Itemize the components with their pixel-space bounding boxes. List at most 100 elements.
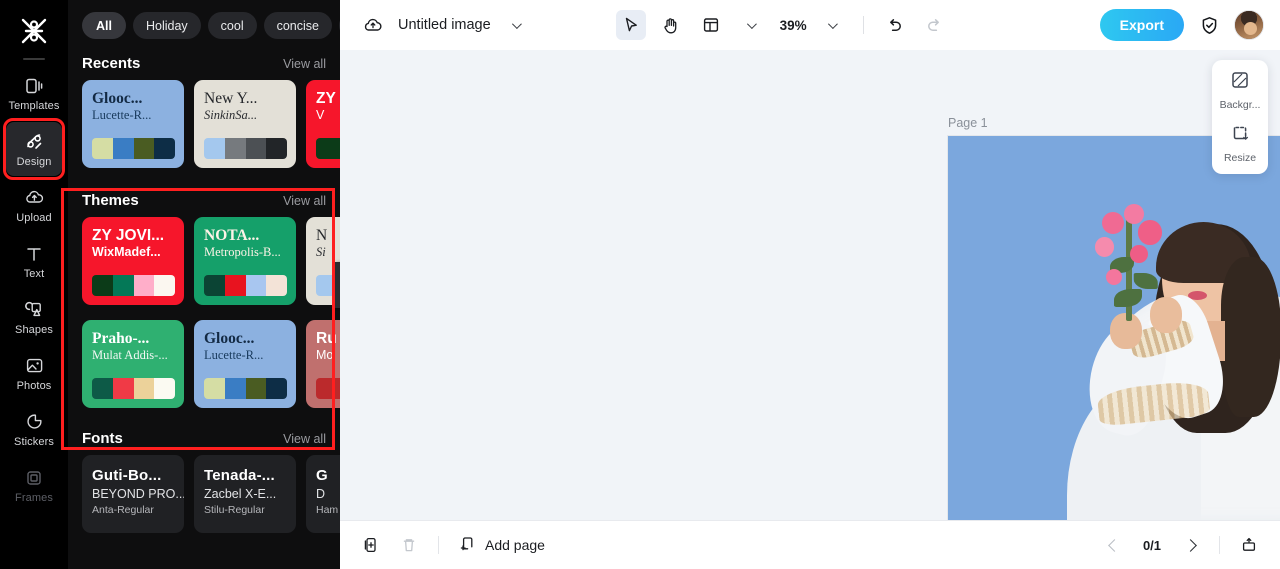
bottom-bar: Add page 0/1 — [340, 520, 1280, 569]
section-title: Fonts — [82, 430, 123, 447]
left-rail: Templates Design Upload Text Shapes Phot… — [0, 0, 68, 569]
capcut-editor-window: Templates Design Upload Text Shapes Phot… — [0, 0, 1280, 569]
background-pattern-icon — [1230, 70, 1250, 95]
resize-tool-button[interactable]: Resize — [1214, 123, 1266, 164]
theme-card[interactable]: Praho-... Mulat Addis-... — [82, 320, 184, 408]
fonts-section-header: Fonts View all — [68, 424, 340, 455]
sidebar-item-design[interactable]: Design — [6, 122, 62, 176]
recents-card-row: Glooc... Lucette-R... New Y... SinkinSa.… — [68, 80, 340, 168]
sidebar-item-label: Photos — [16, 379, 52, 392]
text-icon — [24, 243, 44, 265]
recents-card[interactable]: New Y... SinkinSa... — [194, 80, 296, 168]
theme-card[interactable]: Ru Mo — [306, 320, 340, 408]
sidebar-item-shapes[interactable]: Shapes — [6, 290, 62, 344]
card-subtitle: Mo — [316, 348, 334, 362]
canvas-area[interactable]: Page 1 Backgr... Resize — [340, 50, 1280, 520]
main-area: Untitled image 39% Export Page 1 Backgr.… — [340, 0, 1280, 569]
sidebar-item-text[interactable]: Text — [6, 234, 62, 288]
shield-check-icon[interactable] — [1194, 10, 1224, 40]
filter-chip-all[interactable]: All — [82, 12, 126, 39]
cloud-save-icon[interactable] — [358, 10, 388, 40]
duplicate-page-button[interactable] — [356, 530, 386, 560]
avatar[interactable] — [1234, 10, 1264, 40]
fonts-view-all-link[interactable]: View all — [283, 432, 326, 446]
sidebar-item-templates[interactable]: Templates — [6, 66, 62, 120]
filter-chip-cool[interactable]: cool — [207, 12, 257, 39]
document-title[interactable]: Untitled image — [398, 17, 491, 33]
recents-card[interactable]: ZY V — [306, 80, 340, 168]
bottom-divider — [1219, 536, 1220, 554]
theme-card[interactable]: ZY JOVI... WixMadef... — [82, 217, 184, 305]
font-card[interactable]: Tenada-... Zacbel X-E... Stilu-Regular — [194, 455, 296, 533]
card-swatches — [92, 378, 175, 399]
zoom-level-value[interactable]: 39% — [780, 18, 807, 33]
sidebar-item-upload[interactable]: Upload — [6, 178, 62, 232]
select-tool-button[interactable] — [615, 10, 646, 40]
card-swatches — [92, 275, 175, 296]
card-title: Glooc... — [204, 330, 255, 347]
delete-page-button[interactable] — [394, 530, 424, 560]
font-card-line3: Anta-Regular — [92, 504, 154, 516]
font-card-line1: Tenada-... — [204, 467, 275, 484]
sidebar-item-label: Upload — [16, 211, 52, 224]
photos-icon — [24, 355, 45, 377]
export-button[interactable]: Export — [1099, 9, 1184, 41]
font-card-line2: D — [316, 487, 326, 501]
artwork-flower — [1130, 244, 1148, 263]
zoom-menu-button[interactable] — [817, 10, 847, 40]
card-subtitle: V — [316, 108, 325, 122]
sidebar-item-label: Frames — [15, 491, 53, 504]
font-card[interactable]: G D Ham — [306, 455, 340, 533]
sidebar-item-label: Templates — [8, 99, 60, 112]
layout-tool-button[interactable] — [696, 10, 726, 40]
sidebar-item-label: Stickers — [14, 435, 54, 448]
artwork-flower — [1106, 268, 1123, 285]
panel-collapse-handle[interactable] — [335, 262, 340, 308]
sidebar-item-stickers[interactable]: Stickers — [6, 402, 62, 456]
font-card[interactable]: Guti-Bo... BEYOND PRO... Anta-Regular — [82, 455, 184, 533]
themes-view-all-link[interactable]: View all — [283, 194, 326, 208]
bottom-divider — [438, 536, 439, 554]
chevron-down-icon — [512, 18, 523, 29]
document-menu-button[interactable] — [501, 10, 531, 40]
card-title: NOTA... — [204, 227, 260, 244]
card-swatches — [204, 275, 287, 296]
canvas-page[interactable] — [948, 136, 1280, 520]
hand-tool-button[interactable] — [656, 10, 686, 40]
rail-divider — [23, 58, 45, 60]
sidebar-item-frames[interactable]: Frames — [6, 458, 62, 512]
chevron-left-icon — [1107, 538, 1121, 552]
sidebar-item-label: Text — [23, 267, 45, 280]
theme-card[interactable]: NOTA... Metropolis-B... — [194, 217, 296, 305]
chevron-down-icon — [828, 18, 839, 29]
next-page-button[interactable] — [1175, 530, 1205, 560]
layout-menu-button[interactable] — [736, 10, 766, 40]
card-title: Ru — [316, 330, 337, 347]
card-title: ZY JOVI... — [92, 227, 165, 244]
sidebar-item-photos[interactable]: Photos — [6, 346, 62, 400]
filter-chip-concise[interactable]: concise — [263, 12, 332, 39]
recents-view-all-link[interactable]: View all — [283, 57, 326, 71]
recents-card[interactable]: Glooc... Lucette-R... — [82, 80, 184, 168]
undo-button[interactable] — [880, 10, 910, 40]
add-page-button[interactable]: Add page — [453, 535, 551, 556]
artwork-hand-right — [1149, 296, 1182, 333]
font-card-line1: Guti-Bo... — [92, 467, 162, 484]
upload-cloud-icon — [24, 187, 45, 209]
capcut-logo-icon[interactable] — [14, 12, 54, 50]
background-tool-button[interactable]: Backgr... — [1214, 70, 1266, 111]
redo-button[interactable] — [920, 10, 950, 40]
page-grid-button[interactable] — [1234, 530, 1264, 560]
card-subtitle: Si — [316, 245, 326, 259]
shapes-icon — [24, 299, 45, 321]
recents-section-header: Recents View all — [68, 49, 340, 80]
page-label: Page 1 — [948, 116, 988, 130]
font-card-line3: Ham — [316, 504, 339, 516]
prev-page-button[interactable] — [1099, 530, 1129, 560]
filter-chip-holiday[interactable]: Holiday — [132, 12, 201, 39]
sidebar-item-label: Design — [16, 155, 52, 168]
toolbar-divider — [862, 16, 864, 34]
card-subtitle: Lucette-R... — [92, 108, 152, 122]
theme-card[interactable]: Glooc... Lucette-R... — [194, 320, 296, 408]
card-title: New Y... — [204, 90, 258, 107]
